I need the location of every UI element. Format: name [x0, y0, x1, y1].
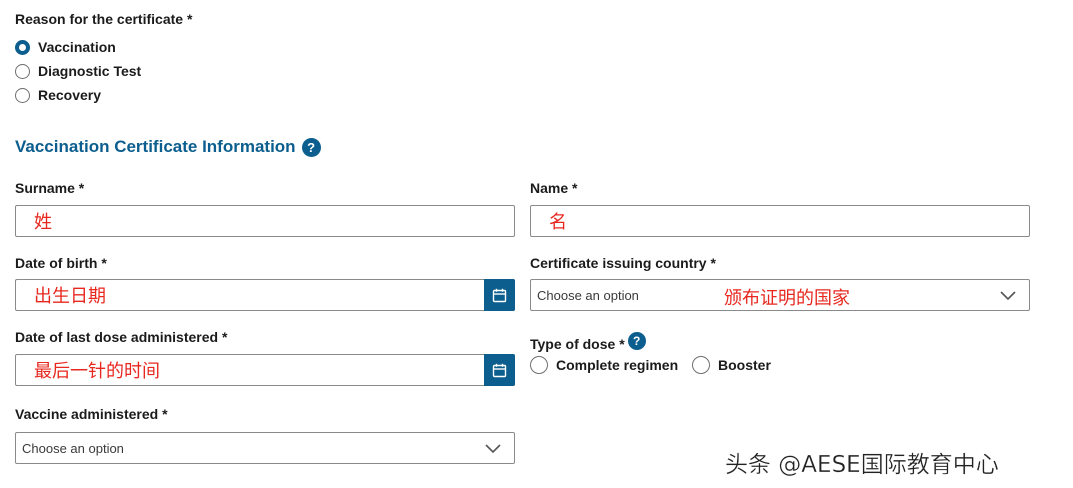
vaccine-placeholder: Choose an option	[22, 440, 124, 456]
calendar-icon	[492, 288, 507, 302]
dob-value: 出生日期	[34, 286, 106, 306]
surname-input[interactable]: 姓	[15, 205, 515, 237]
reason-label: Reason for the certificate *	[15, 11, 193, 27]
radio-button[interactable]	[15, 63, 30, 79]
help-icon[interactable]: ?	[301, 137, 321, 157]
country-annotation: 颁布证明的国家	[724, 288, 850, 308]
last-dose-value: 最后一针的时间	[34, 361, 160, 381]
radio-booster[interactable]: Booster	[692, 356, 771, 374]
section-header: Vaccination Certificate Information ?	[15, 137, 321, 157]
help-icon[interactable]: ?	[627, 332, 646, 350]
name-label: Name *	[530, 180, 578, 196]
radio-label-diagnostic-test: Diagnostic Test	[38, 63, 142, 79]
radio-label-complete-regimen: Complete regimen	[556, 357, 679, 373]
dob-label: Date of birth *	[15, 255, 107, 271]
last-dose-calendar-button[interactable]	[484, 354, 515, 386]
watermark: 头条 @AESE国际教育中心	[725, 452, 999, 478]
radio-vaccination[interactable]: Vaccination	[15, 39, 116, 55]
last-dose-input[interactable]: 最后一针的时间	[15, 354, 515, 386]
radio-button[interactable]	[530, 356, 548, 374]
chevron-down-icon	[1000, 291, 1016, 301]
radio-button[interactable]	[15, 87, 30, 103]
country-label: Certificate issuing country *	[530, 255, 716, 271]
country-select[interactable]: Choose an option 颁布证明的国家	[530, 279, 1030, 311]
radio-complete-regimen[interactable]: Complete regimen	[530, 356, 678, 374]
dose-type-label: Type of dose *	[530, 336, 625, 352]
last-dose-label: Date of last dose administered *	[15, 329, 228, 345]
name-value: 名	[549, 212, 567, 232]
radio-label-booster: Booster	[718, 357, 771, 373]
dose-type-header: Type of dose * ?	[530, 330, 646, 352]
section-title: Vaccination Certificate Information	[15, 137, 296, 156]
dob-calendar-button[interactable]	[484, 279, 515, 311]
radio-button-checked[interactable]	[15, 39, 30, 55]
radio-button[interactable]	[692, 356, 710, 374]
radio-diagnostic-test[interactable]: Diagnostic Test	[15, 63, 141, 79]
calendar-icon	[492, 363, 507, 377]
surname-label: Surname *	[15, 180, 85, 196]
vaccine-label: Vaccine administered *	[15, 406, 168, 422]
radio-recovery[interactable]: Recovery	[15, 87, 101, 103]
name-input[interactable]: 名	[530, 205, 1030, 237]
surname-value: 姓	[34, 212, 52, 232]
radio-label-recovery: Recovery	[38, 87, 102, 103]
chevron-down-icon	[485, 444, 501, 454]
radio-label-vaccination: Vaccination	[38, 39, 116, 55]
dob-input[interactable]: 出生日期	[15, 279, 515, 311]
vaccine-select[interactable]: Choose an option	[15, 432, 515, 464]
country-placeholder: Choose an option	[537, 287, 639, 303]
